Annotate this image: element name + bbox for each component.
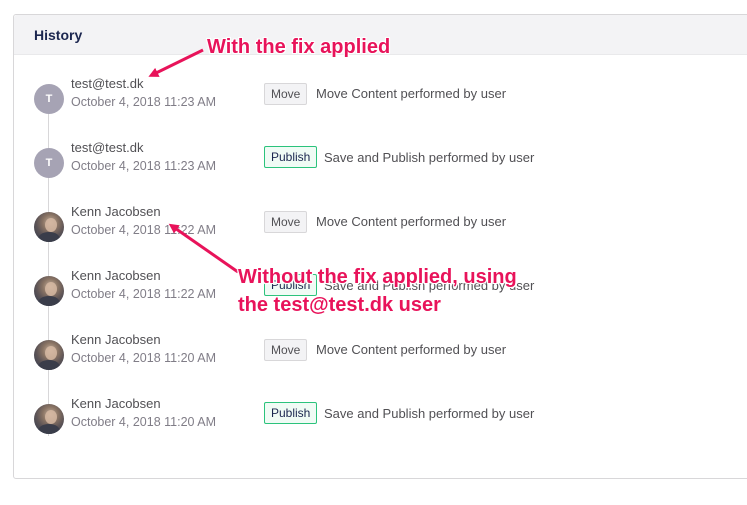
entry-action-text: Move Content performed by user <box>316 214 507 229</box>
avatar-photo-body <box>38 296 60 306</box>
avatar: T <box>34 84 64 114</box>
move-badge: Move <box>264 83 308 105</box>
avatar-photo-body <box>38 424 60 434</box>
annotation-with-fix: With the fix applied <box>207 36 391 58</box>
entry-timestamp: October 4, 2018 11:22 AM <box>71 287 217 301</box>
entry-user-name: Kenn Jacobsen <box>71 204 161 219</box>
entry-user-name: Kenn Jacobsen <box>71 268 161 283</box>
entry-action-text: Move Content performed by user <box>316 342 507 357</box>
entry-timestamp: October 4, 2018 11:20 AM <box>71 351 217 365</box>
avatar <box>34 276 64 306</box>
entry-timestamp: October 4, 2018 11:22 AM <box>71 223 217 237</box>
move-badge: Move <box>264 339 308 361</box>
history-entry: Kenn Jacobsen October 4, 2018 11:22 AM Mov… <box>0 204 740 254</box>
history-entry: Ttest@test.dk October 4, 2018 11:23 AM Pub… <box>0 140 740 190</box>
history-entry: Ttest@test.dk October 4, 2018 11:23 AM Mov… <box>0 76 740 126</box>
entry-user-name: Kenn Jacobsen <box>71 332 161 347</box>
history-entry: Kenn Jacobsen October 4, 2018 11:20 AM Pub… <box>0 396 740 446</box>
entry-action-text: Save and Publish performed by user <box>324 150 535 165</box>
entry-user-name: Kenn Jacobsen <box>71 396 161 411</box>
entry-timestamp: October 4, 2018 11:23 AM <box>71 159 217 173</box>
annotation-without-fix-line1: Without the fix applied, using <box>238 266 517 288</box>
annotation-without-fix-line2: the test@test.dk user <box>238 294 441 316</box>
avatar: T <box>34 148 64 178</box>
avatar-photo-body <box>38 360 60 370</box>
move-badge: Move <box>264 211 308 233</box>
publish-badge: Publish <box>264 402 318 424</box>
avatar-photo-face <box>45 410 57 424</box>
avatar <box>34 340 64 370</box>
panel-title: History <box>34 27 83 43</box>
avatar <box>34 212 64 242</box>
entry-action-text: Save and Publish performed by user <box>324 406 535 421</box>
avatar-photo-face <box>45 218 57 232</box>
avatar-photo-face <box>45 282 57 296</box>
history-entry: Kenn Jacobsen October 4, 2018 11:20 AM Mov… <box>0 332 740 382</box>
entry-user-name: test@test.dk <box>71 140 144 155</box>
entry-timestamp: October 4, 2018 11:23 AM <box>71 95 217 109</box>
avatar-photo-face <box>45 346 57 360</box>
avatar <box>34 404 64 434</box>
entry-timestamp: October 4, 2018 11:20 AM <box>71 415 217 429</box>
entry-action-text: Move Content performed by user <box>316 86 507 101</box>
entry-user-name: test@test.dk <box>71 76 144 91</box>
avatar-photo-body <box>38 232 60 242</box>
publish-badge: Publish <box>264 146 318 168</box>
